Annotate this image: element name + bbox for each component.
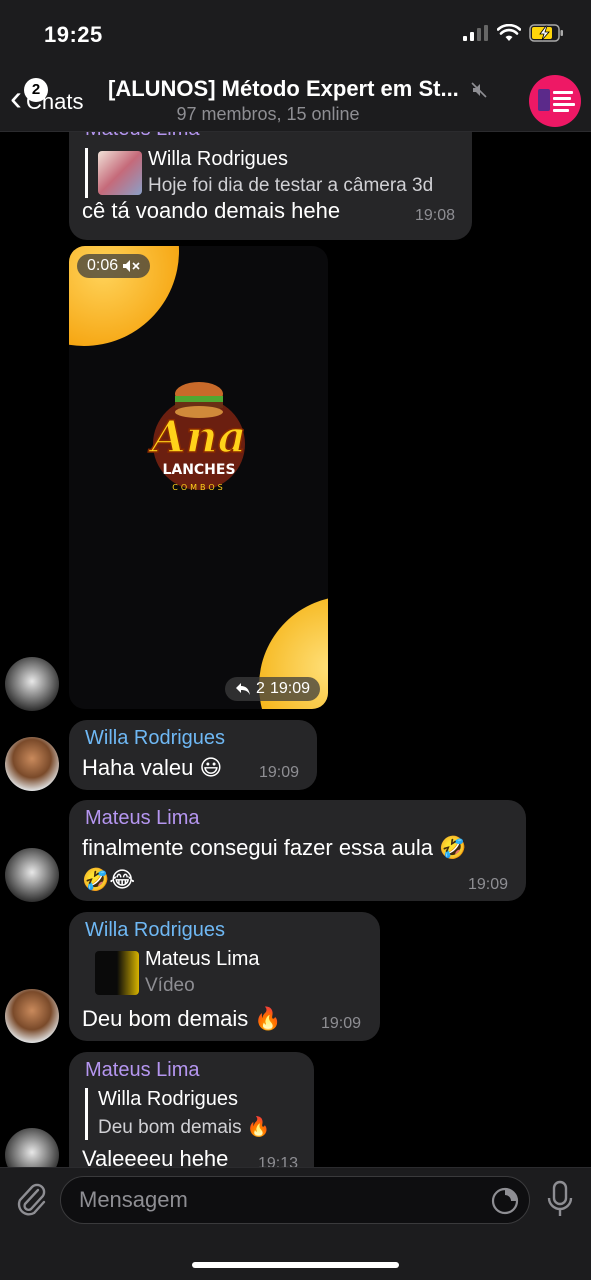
message-bubble[interactable]: Mateus Lima Willa Rodrigues Hoje foi dia… bbox=[69, 132, 472, 240]
unread-badge: 2 bbox=[24, 78, 48, 102]
message-list[interactable]: Mateus Lima Willa Rodrigues Hoje foi dia… bbox=[0, 132, 591, 1167]
chevron-left-icon: ‹ bbox=[10, 77, 22, 118]
chat-header: ‹ 2 Chats [ALUNOS] Método Expert em St..… bbox=[0, 70, 591, 132]
message-text: Haha valeu 😃 bbox=[82, 755, 223, 780]
avatar[interactable] bbox=[5, 989, 59, 1043]
message-text: Valeeeeu hehe bbox=[82, 1146, 229, 1167]
logo-sub: LANCHES bbox=[162, 462, 235, 478]
message-text: finalmente consegui fazer essa aula 🤣 bbox=[82, 835, 467, 860]
video-duration-text: 0:06 bbox=[87, 257, 119, 274]
video-time: 19:09 bbox=[269, 680, 310, 697]
message-bubble[interactable]: Mateus Lima Willa Rodrigues Deu bom dema… bbox=[69, 1052, 314, 1167]
wifi-icon bbox=[497, 24, 521, 41]
reply-arrow-icon bbox=[236, 683, 251, 695]
home-indicator bbox=[192, 1262, 399, 1268]
message-sender: Mateus Lima bbox=[85, 807, 200, 829]
reply-preview[interactable]: Mateus Lima Vídeo bbox=[85, 948, 365, 998]
avatar[interactable] bbox=[5, 1128, 59, 1167]
muted-speaker-icon bbox=[123, 260, 140, 272]
reply-count: 2 bbox=[256, 680, 265, 697]
reply-name: Mateus Lima bbox=[145, 948, 260, 970]
status-icons bbox=[463, 24, 565, 42]
avatar[interactable] bbox=[5, 737, 59, 791]
message-sender: Willa Rodrigues bbox=[85, 919, 226, 941]
video-duration[interactable]: 0:06 bbox=[77, 254, 151, 278]
input-bar bbox=[0, 1167, 591, 1280]
reply-name: Willa Rodrigues bbox=[148, 148, 289, 170]
group-avatar[interactable] bbox=[529, 75, 581, 127]
status-time: 19:25 bbox=[44, 22, 103, 47]
message-text: Deu bom demais 🔥 bbox=[82, 1006, 282, 1031]
video-logo: Ana LANCHES COMBOS bbox=[147, 382, 247, 492]
message-text-line2: 🤣😂 bbox=[82, 867, 136, 892]
avatar[interactable] bbox=[5, 848, 59, 902]
message-time: 19:13 bbox=[258, 1155, 299, 1167]
battery-charging-icon bbox=[529, 24, 563, 42]
reply-text: Deu bom demais 🔥 bbox=[98, 1117, 271, 1138]
video-message[interactable]: Ana LANCHES COMBOS 0:06 2 19:09 bbox=[69, 246, 328, 709]
message-bubble[interactable]: Willa Rodrigues Mateus Lima Vídeo Deu bo… bbox=[69, 912, 380, 1041]
mute-icon bbox=[471, 82, 487, 98]
logo-name: Ana bbox=[148, 412, 247, 463]
message-field bbox=[60, 1176, 530, 1224]
status-bar: 19:25 bbox=[0, 0, 591, 70]
message-text: cê tá voando demais hehe bbox=[82, 198, 341, 223]
message-sender: Mateus Lima bbox=[85, 1059, 200, 1081]
message-bubble[interactable]: Willa Rodrigues Haha valeu 😃 19:09 bbox=[69, 720, 317, 790]
message-time: 19:09 bbox=[321, 1015, 362, 1032]
chat-title-text: [ALUNOS] Método Expert em St... bbox=[108, 76, 459, 101]
reply-text: Hoje foi dia de testar a câmera 3d bbox=[148, 175, 434, 196]
sticker-icon[interactable] bbox=[491, 1187, 519, 1215]
logo-combos: COMBOS bbox=[172, 483, 226, 492]
reply-thumbnail bbox=[95, 951, 139, 995]
message-time: 19:09 bbox=[468, 876, 509, 893]
message-bubble[interactable]: Mateus Lima finalmente consegui fazer es… bbox=[69, 800, 526, 901]
message-time: 19:09 bbox=[259, 764, 300, 781]
reply-thumbnail bbox=[98, 151, 142, 195]
reply-preview[interactable]: Willa Rodrigues Deu bom demais 🔥 bbox=[85, 1088, 271, 1140]
avatar[interactable] bbox=[5, 657, 59, 711]
chat-subtitle: 97 membros, 15 online bbox=[176, 104, 360, 124]
message-sender: Mateus Lima bbox=[85, 132, 200, 141]
message-sender: Willa Rodrigues bbox=[85, 727, 226, 749]
reply-preview[interactable]: Willa Rodrigues Hoje foi dia de testar a… bbox=[85, 148, 455, 198]
message-input[interactable] bbox=[79, 1177, 479, 1223]
reply-text: Vídeo bbox=[145, 975, 195, 996]
chat-title[interactable]: [ALUNOS] Método Expert em St... bbox=[108, 76, 508, 102]
cellular-signal-icon bbox=[463, 25, 488, 41]
video-meta[interactable]: 2 19:09 bbox=[225, 677, 320, 701]
back-button[interactable]: ‹ 2 Chats bbox=[10, 77, 83, 118]
message-time: 19:08 bbox=[415, 207, 456, 224]
paperclip-icon[interactable] bbox=[14, 1180, 48, 1218]
microphone-icon[interactable] bbox=[546, 1180, 574, 1220]
reply-name: Willa Rodrigues bbox=[98, 1088, 239, 1110]
